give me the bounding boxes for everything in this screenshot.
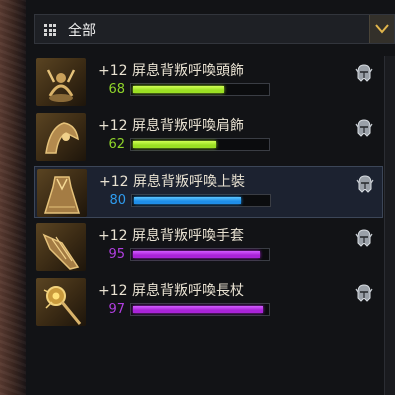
item-name: +12 屏息背叛呼喚手套 — [98, 228, 244, 244]
equipment-item[interactable]: +12 屏息背叛呼喚肩飾 62 — [34, 111, 383, 163]
item-thumbnail — [36, 58, 86, 106]
item-thumbnail — [36, 223, 86, 271]
equipment-item[interactable]: +12 屏息背叛呼喚頭飾 68 — [34, 56, 383, 108]
helmet-icon[interactable] — [354, 118, 374, 138]
item-level: 80 — [109, 193, 126, 208]
item-level: 68 — [108, 82, 125, 97]
helmet-icon[interactable] — [354, 63, 374, 83]
progress-bar-fill — [133, 141, 216, 148]
progress-bar-fill — [134, 197, 241, 204]
filter-label: 全部 — [68, 23, 96, 39]
item-name: +12 屏息背叛呼喚長杖 — [98, 283, 244, 299]
staff-icon — [43, 286, 82, 325]
item-name: +12 屏息背叛呼喚頭飾 — [98, 63, 244, 79]
progress-bar-fill — [133, 86, 224, 93]
scrollbar[interactable] — [384, 56, 395, 395]
equipment-item[interactable]: +12 屏息背叛呼喚上裝 80 — [34, 166, 383, 218]
item-thumbnail — [37, 169, 87, 217]
progress-bar — [130, 138, 270, 151]
equipment-item[interactable]: +12 屏息背叛呼喚手套 95 — [34, 221, 383, 273]
helmet-icon[interactable] — [354, 283, 374, 303]
item-level: 95 — [108, 247, 125, 262]
item-thumbnail — [36, 278, 86, 326]
gloves-icon — [42, 233, 80, 270]
headpiece-icon — [46, 69, 76, 102]
dropdown-toggle-button[interactable] — [369, 15, 394, 43]
equipment-item[interactable]: +12 屏息背叛呼喚長杖 97 — [34, 276, 383, 328]
grid-icon — [44, 24, 56, 36]
item-level: 97 — [108, 302, 125, 317]
shoulder-icon — [45, 122, 79, 154]
progress-bar-fill — [133, 306, 263, 313]
item-level: 62 — [108, 137, 125, 152]
progress-bar — [130, 303, 270, 316]
filter-dropdown[interactable]: 全部 — [34, 14, 395, 44]
helmet-icon[interactable] — [354, 228, 374, 248]
item-name: +12 屏息背叛呼喚肩飾 — [98, 118, 244, 134]
background-scenery — [0, 0, 26, 395]
progress-bar — [130, 83, 270, 96]
progress-bar — [130, 248, 270, 261]
progress-bar — [131, 194, 271, 207]
chest-icon — [43, 176, 81, 214]
chevron-down-icon — [375, 24, 389, 34]
item-thumbnail — [36, 113, 86, 161]
helmet-icon[interactable] — [355, 174, 375, 194]
item-name: +12 屏息背叛呼喚上裝 — [99, 174, 245, 190]
progress-bar-fill — [133, 251, 260, 258]
